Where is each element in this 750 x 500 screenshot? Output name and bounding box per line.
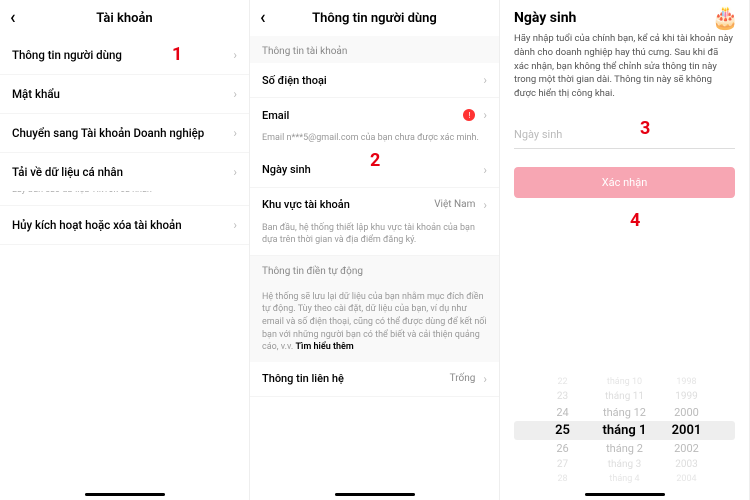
- chevron-right-icon: ›: [483, 372, 487, 386]
- row-value: Trống ›: [450, 372, 487, 386]
- date-picker[interactable]: 22tháng 10199823tháng 11199924tháng 1220…: [500, 375, 749, 486]
- chevron-right-icon: ›: [233, 165, 237, 179]
- row-download-data[interactable]: Tải về dữ liệu cá nhân ›: [0, 153, 249, 191]
- picker-cell: tháng 10: [594, 377, 655, 387]
- picker-row[interactable]: 28tháng 42004: [514, 472, 735, 486]
- account-settings-panel: ‹ Tài khoản Thông tin người dùng › Mật k…: [0, 0, 250, 500]
- input-placeholder: Ngày sinh: [514, 128, 562, 141]
- chevron-right-icon: ›: [483, 198, 487, 212]
- row-label: Chuyển sang Tài khoản Doanh nghiệp: [12, 126, 204, 140]
- settings-list: Thông tin người dùng › Mật khẩu › Chuyển…: [0, 36, 249, 245]
- picker-cell: 26: [532, 442, 593, 455]
- row-password[interactable]: Mật khẩu ›: [0, 75, 249, 114]
- header: ‹ Thông tin người dùng: [250, 0, 499, 36]
- picker-cell: 1999: [656, 391, 717, 402]
- region-subtext: Ban đầu, hệ thống thiết lập khu vực tài …: [250, 222, 499, 256]
- user-info-panel: ‹ Thông tin người dùng Thông tin tài kho…: [250, 0, 500, 500]
- row-label: Tải về dữ liệu cá nhân: [12, 165, 123, 179]
- row-value: ! ›: [463, 108, 487, 122]
- row-label: Thông tin liên hệ: [262, 372, 344, 385]
- chevron-right-icon: ›: [233, 87, 237, 101]
- annotation-4: 4: [630, 210, 640, 231]
- email-subtext: Email n***5@gmail.com của bạn chưa được …: [250, 132, 499, 153]
- row-label: Số điện thoại: [262, 74, 327, 87]
- picker-row[interactable]: 24tháng 122000: [514, 404, 735, 421]
- page-title: Thông tin người dùng: [312, 11, 437, 26]
- picker-cell: 28: [532, 474, 593, 484]
- chevron-right-icon: ›: [483, 163, 487, 177]
- row-label: Khu vực tài khoản: [262, 198, 350, 211]
- back-icon[interactable]: ‹: [10, 9, 16, 27]
- header: ‹ Tài khoản: [0, 0, 249, 36]
- row-birthday[interactable]: Ngày sinh ›: [250, 153, 499, 188]
- row-label: Thông tin người dùng: [12, 48, 122, 62]
- chevron-right-icon: ›: [233, 126, 237, 140]
- row-deactivate[interactable]: Hủy kích hoạt hoặc xóa tài khoản ›: [0, 206, 249, 245]
- picker-cell: tháng 12: [594, 406, 655, 419]
- row-business-account[interactable]: Chuyển sang Tài khoản Doanh nghiệp ›: [0, 114, 249, 153]
- row-phone[interactable]: Số điện thoại ›: [250, 63, 499, 98]
- row-value: Việt Nam ›: [434, 198, 487, 212]
- picker-cell: 2004: [656, 474, 717, 484]
- chevron-right-icon: ›: [483, 108, 487, 122]
- picker-cell: 1998: [656, 377, 717, 387]
- picker-cell: 27: [532, 459, 593, 470]
- birthday-panel: Ngày sinh 🎂 Hãy nhập tuổi của chính bạn,…: [500, 0, 750, 500]
- region-value: Việt Nam: [434, 199, 475, 210]
- picker-cell: 23: [532, 391, 593, 402]
- home-indicator: [85, 493, 165, 496]
- alert-icon: !: [463, 109, 475, 121]
- picker-row[interactable]: 22tháng 101998: [514, 375, 735, 389]
- picker-row[interactable]: 26tháng 22002: [514, 440, 735, 457]
- birthday-input[interactable]: Ngày sinh: [514, 117, 735, 149]
- picker-cell: 25: [532, 423, 593, 438]
- back-icon[interactable]: ‹: [260, 9, 266, 27]
- contact-value: Trống: [450, 373, 476, 384]
- autofill-desc: Hệ thống sẽ lưu lại dữ liệu của bạn nhằm…: [250, 283, 499, 362]
- picker-cell: 2001: [656, 423, 717, 438]
- home-indicator: [335, 493, 415, 496]
- picker-row[interactable]: 23tháng 111999: [514, 389, 735, 404]
- picker-cell: tháng 1: [594, 423, 655, 438]
- row-contact-info[interactable]: Thông tin liên hệ Trống ›: [250, 362, 499, 397]
- picker-cell: 2000: [656, 406, 717, 419]
- row-email[interactable]: Email ! ›: [250, 98, 499, 132]
- birthday-header: Ngày sinh 🎂 Hãy nhập tuổi của chính bạn,…: [500, 0, 749, 101]
- section-autofill: Thông tin điền tự động: [250, 256, 499, 283]
- row-label: Mật khẩu: [12, 87, 60, 101]
- picker-cell: tháng 4: [594, 474, 655, 484]
- picker-cell: tháng 11: [594, 391, 655, 402]
- picker-cell: tháng 3: [594, 459, 655, 470]
- page-title: Ngày sinh: [514, 10, 735, 26]
- confirm-button[interactable]: Xác nhận: [514, 167, 735, 198]
- chevron-right-icon: ›: [233, 218, 237, 232]
- section-account-info: Thông tin tài khoản: [250, 36, 499, 63]
- picker-cell: 2002: [656, 442, 717, 455]
- row-label: Email: [262, 109, 289, 122]
- picker-cell: tháng 2: [594, 442, 655, 455]
- chevron-right-icon: ›: [483, 73, 487, 87]
- row-user-info[interactable]: Thông tin người dùng ›: [0, 36, 249, 75]
- row-label: Hủy kích hoạt hoặc xóa tài khoản: [12, 218, 182, 232]
- picker-cell: 24: [532, 406, 593, 419]
- cake-icon: 🎂: [712, 6, 739, 31]
- picker-cell: 2003: [656, 459, 717, 470]
- picker-row[interactable]: 25tháng 12001: [514, 421, 735, 440]
- row-region[interactable]: Khu vực tài khoản Việt Nam ›: [250, 188, 499, 222]
- chevron-right-icon: ›: [233, 48, 237, 62]
- birthday-desc: Hãy nhập tuổi của chính bạn, kể cả khi t…: [514, 32, 735, 101]
- home-indicator: [585, 493, 665, 496]
- learn-more-link[interactable]: Tìm hiểu thêm: [296, 342, 354, 352]
- page-title: Tài khoản: [96, 11, 152, 26]
- row-label: Ngày sinh: [262, 163, 311, 176]
- picker-cell: 22: [532, 377, 593, 387]
- picker-row[interactable]: 27tháng 32003: [514, 457, 735, 472]
